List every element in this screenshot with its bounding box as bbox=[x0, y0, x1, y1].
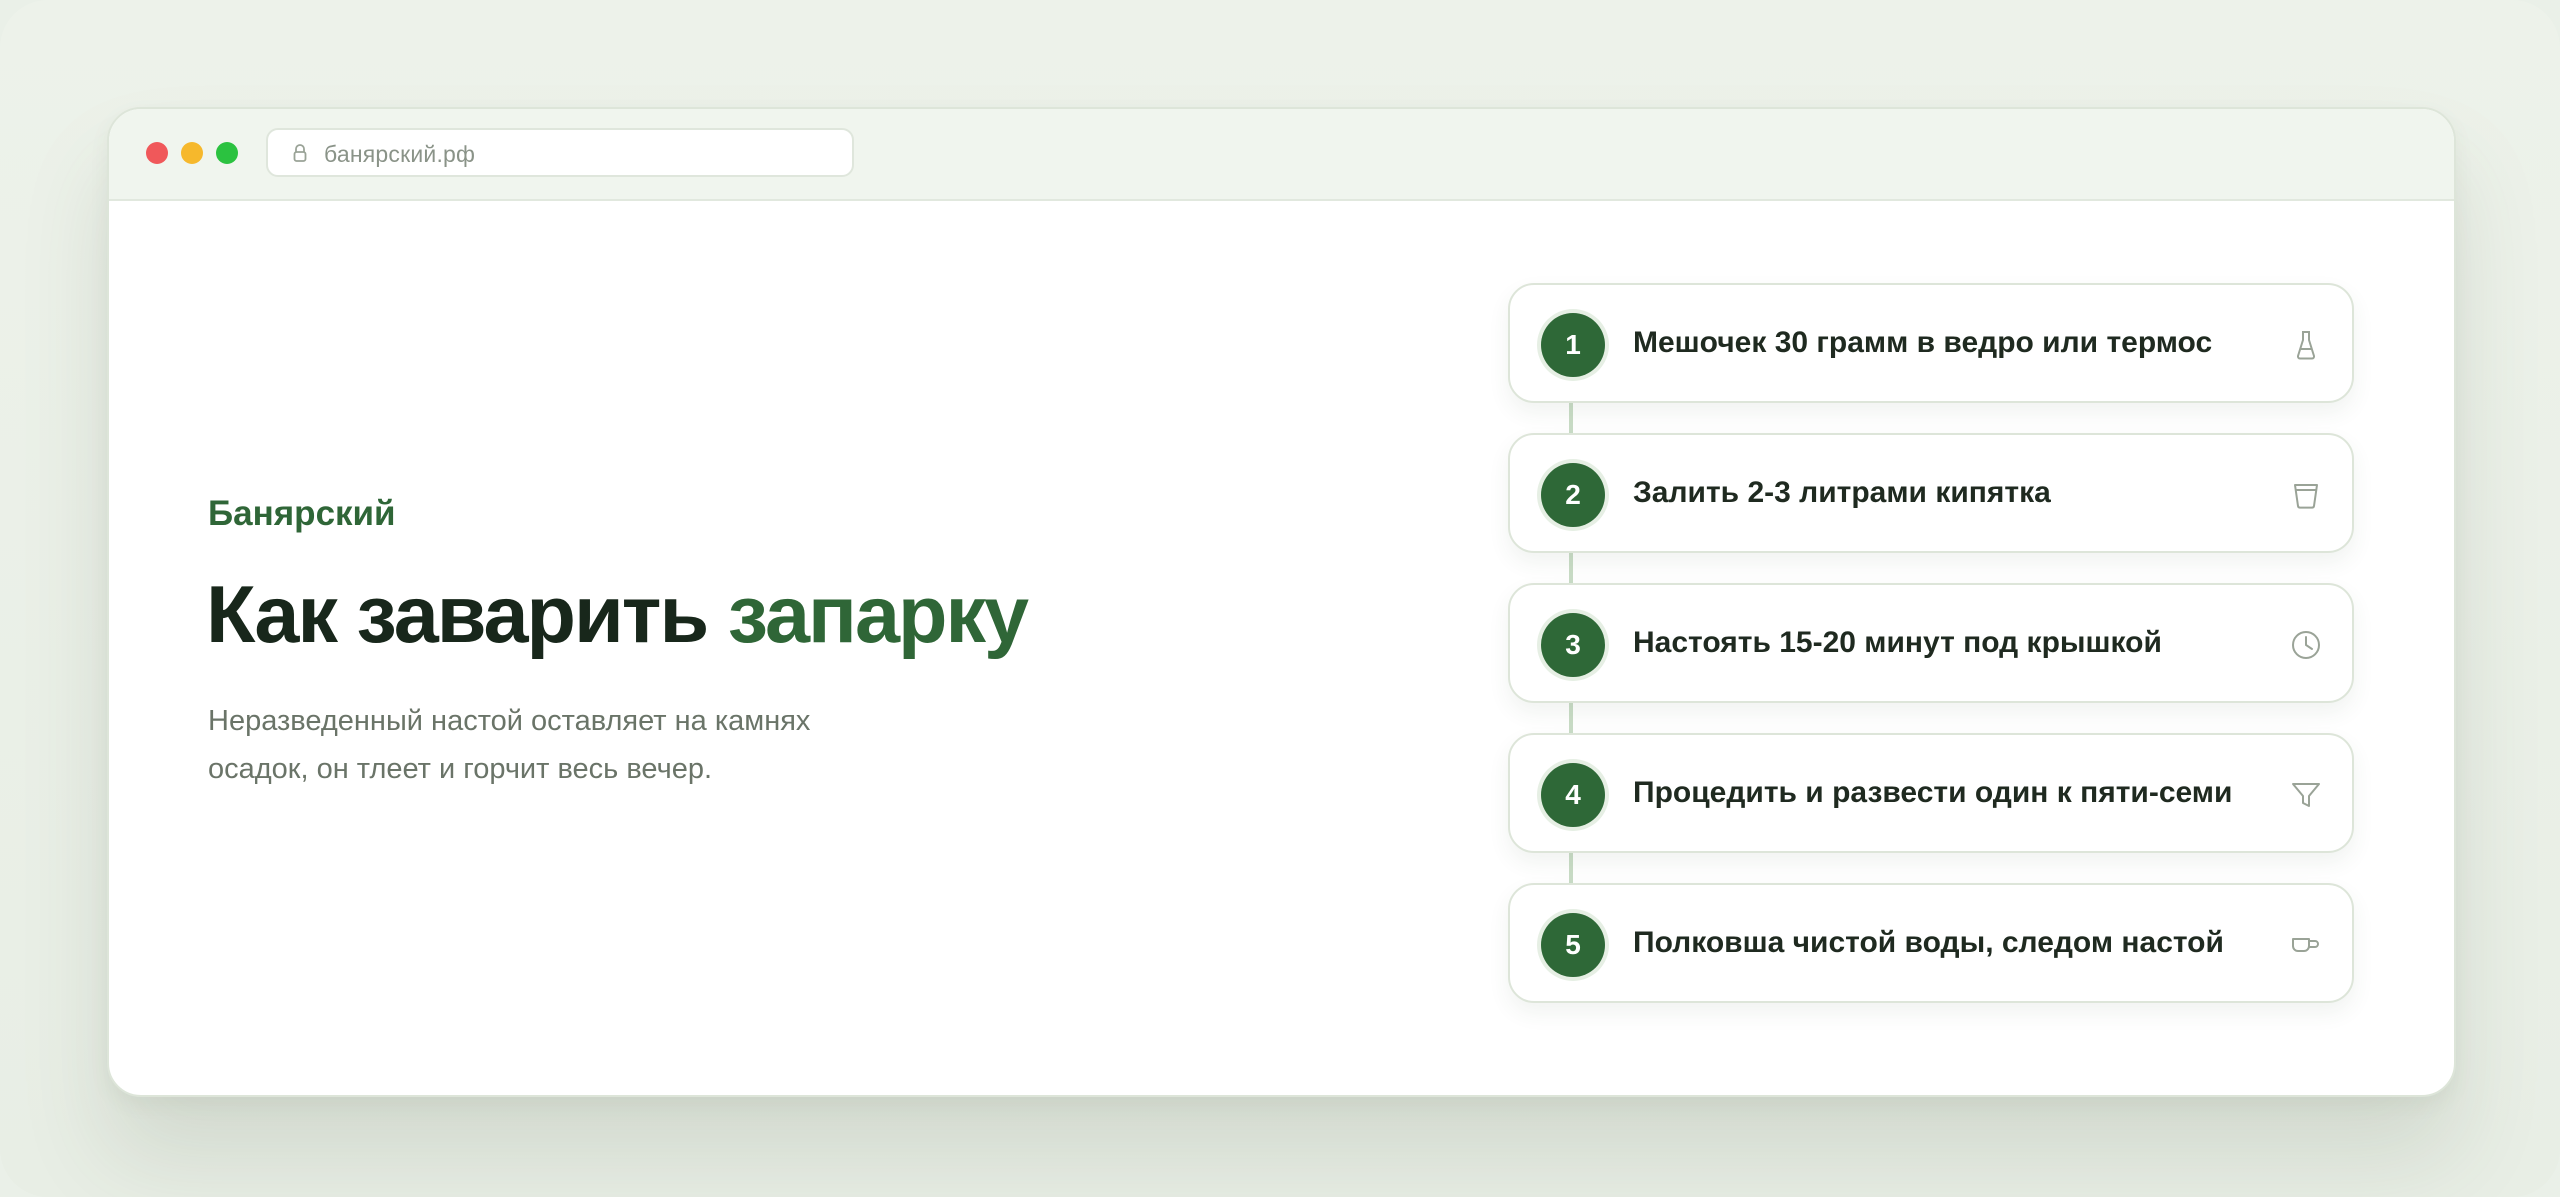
filter-icon bbox=[2288, 777, 2324, 813]
browser-titlebar: банярский.рф bbox=[109, 109, 2454, 201]
step-card-4: 4 Процедить и развести один к пяти-семи bbox=[1508, 733, 2354, 853]
lead-paragraph: Неразведенный настой оставляет на камнях… bbox=[208, 705, 811, 785]
step-number-badge: 2 bbox=[1541, 463, 1605, 527]
bucket-icon bbox=[2288, 477, 2324, 513]
step-card-3: 3 Настоять 15-20 минут под крышкой bbox=[1508, 583, 2354, 703]
clock-icon bbox=[2288, 627, 2324, 663]
address-bar-url: банярский.рф bbox=[324, 141, 476, 167]
step-number-badge: 1 bbox=[1541, 313, 1605, 377]
page-background: банярский.рф Банярский Как заварить запа… bbox=[0, 0, 2560, 1197]
step-card-5: 5 Полковша чистой воды, следом настой bbox=[1508, 883, 2354, 1003]
close-window-button[interactable] bbox=[146, 142, 168, 164]
step-label: Процедить и развести один к пяти-семи bbox=[1633, 776, 2233, 809]
step-number-badge: 5 bbox=[1541, 913, 1605, 977]
step-card-2: 2 Залить 2-3 литрами кипятка bbox=[1508, 433, 2354, 553]
brand-name: Банярский bbox=[208, 494, 396, 533]
page-title-main: Как заварить bbox=[206, 570, 709, 660]
step-number-badge: 3 bbox=[1541, 613, 1605, 677]
ladle-icon bbox=[2288, 927, 2324, 963]
step-card-1: 1 Мешочек 30 грамм в ведро или термос bbox=[1508, 283, 2354, 403]
minimize-window-button[interactable] bbox=[181, 142, 203, 164]
step-label: Настоять 15-20 минут под крышкой bbox=[1633, 626, 2162, 659]
page-title: Как заварить запарку bbox=[206, 569, 1029, 662]
maximize-window-button[interactable] bbox=[216, 142, 238, 164]
step-label: Мешочек 30 грамм в ведро или термос bbox=[1633, 326, 2213, 359]
address-bar[interactable]: банярский.рф bbox=[266, 128, 854, 177]
step-number-badge: 4 bbox=[1541, 763, 1605, 827]
step-label: Полковша чистой воды, следом настой bbox=[1633, 926, 2224, 959]
step-label: Залить 2-3 литрами кипятка bbox=[1633, 476, 2051, 509]
lock-icon bbox=[292, 143, 308, 163]
browser-window: банярский.рф Банярский Как заварить запа… bbox=[107, 107, 2456, 1097]
page-title-accent: запарку bbox=[727, 570, 1029, 660]
flask-icon bbox=[2288, 327, 2324, 363]
